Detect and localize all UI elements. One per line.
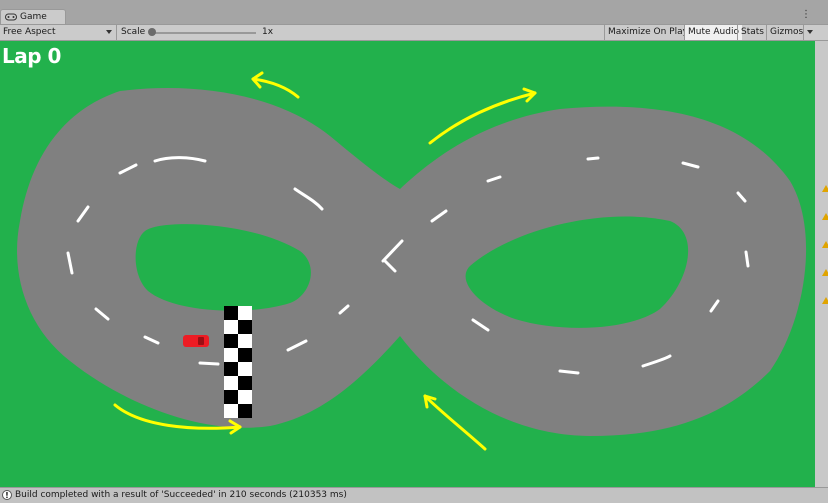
- warning-icon: [822, 297, 828, 304]
- gizmos-dropdown[interactable]: [803, 25, 815, 40]
- lap-counter: Lap 0: [2, 44, 61, 68]
- warning-icon: [822, 185, 828, 192]
- warning-icon: [822, 241, 828, 248]
- finish-line: [224, 306, 252, 418]
- track-surface: [17, 88, 807, 436]
- race-track-scene: [17, 71, 807, 451]
- scale-value: 1x: [262, 27, 274, 37]
- mute-audio-button[interactable]: Mute Audio: [684, 25, 742, 40]
- warning-icon: [822, 269, 828, 276]
- game-viewport[interactable]: Lap 0: [0, 41, 815, 487]
- aspect-dropdown[interactable]: Free Aspect: [0, 25, 117, 40]
- red-car: [183, 335, 209, 347]
- game-view-toolbar: Free Aspect Scale 1x Maximize On Play Mu…: [0, 25, 828, 41]
- scale-slider-handle[interactable]: [148, 28, 156, 36]
- warning-icon: [822, 213, 828, 220]
- inspector-panel-edge: [815, 41, 828, 487]
- scale-slider-track[interactable]: [152, 32, 256, 34]
- editor-tab-bar: Game ⋮: [0, 0, 828, 25]
- chevron-down-icon: [807, 30, 813, 34]
- gizmos-label: Gizmos: [770, 27, 804, 37]
- game-tab-label: Game: [20, 12, 47, 22]
- gamepad-icon: [5, 13, 17, 21]
- scale-label: Scale: [121, 27, 146, 37]
- more-options-icon[interactable]: ⋮: [801, 10, 811, 20]
- game-tab[interactable]: Game: [0, 9, 66, 24]
- info-icon: !: [2, 490, 12, 500]
- aspect-label: Free Aspect: [3, 27, 56, 37]
- stats-button[interactable]: Stats: [737, 25, 767, 40]
- status-message[interactable]: Build completed with a result of 'Succee…: [15, 488, 347, 503]
- maximize-on-play-button[interactable]: Maximize On Play: [604, 25, 691, 40]
- chevron-down-icon: [106, 30, 112, 34]
- status-bar: ! Build completed with a result of 'Succ…: [0, 487, 828, 503]
